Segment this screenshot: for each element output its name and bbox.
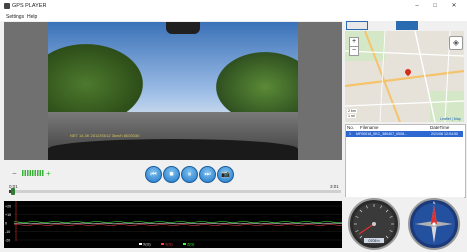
compass-north-label: N [433, 201, 436, 205]
column-header-filename[interactable]: Filename [360, 125, 379, 130]
video-dashboard [48, 139, 298, 160]
map-layers-icon[interactable]: ◈ [449, 36, 463, 50]
table-cell-no: 1 [349, 131, 351, 136]
video-frame[interactable] [48, 22, 298, 160]
gsensor-graph: +20 +10 0 -10 -20 X(G) Y(G) Z(G) [4, 201, 342, 248]
column-header-datetime[interactable]: DateTime [430, 125, 449, 130]
gauge-panel: 0705 h N [345, 197, 464, 250]
map-roads [345, 31, 464, 122]
graph-y-tick: +10 [5, 213, 11, 217]
table-cell-datetime: 2/21/06 12:04:50 [431, 131, 458, 136]
graph-y-tick: -20 [5, 238, 10, 242]
video-overlay-text: NET 14.3K 2012/03/12 3km/h 8003030 [70, 133, 140, 138]
graph-legend-swatch [139, 243, 142, 245]
graph-legend-label: X(G) [143, 243, 151, 247]
map-scale-km: 2 km [347, 109, 357, 113]
gsensor-graph-svg: +20 +10 0 -10 -20 X(G) Y(G) Z(G) [5, 201, 342, 247]
graph-legend-swatch [161, 243, 164, 245]
snapshot-button[interactable]: 📷 [217, 166, 234, 183]
compass: N [408, 198, 460, 250]
graph-series-line [13, 221, 342, 223]
previous-icon: ⏮ [150, 171, 157, 178]
volume-up-icon[interactable]: + [46, 169, 51, 178]
column-header-no[interactable]: No. [347, 125, 354, 130]
volume-slider[interactable] [22, 170, 44, 176]
graph-legend-label: Z(G) [187, 243, 194, 247]
menu-bar [0, 13, 467, 21]
graph-legend-label: Y(G) [165, 243, 173, 247]
menu-settings[interactable]: Settings [6, 14, 24, 20]
graph-y-tick: 0 [5, 221, 7, 225]
graph-series-line [13, 224, 342, 226]
pause-icon: ⏸ [187, 171, 192, 178]
map-attribution[interactable]: Leaflet | Map [440, 117, 461, 121]
seek-handle[interactable] [11, 188, 15, 195]
title-bar [0, 0, 467, 13]
volume-down-icon[interactable]: − [12, 169, 17, 178]
stop-button[interactable]: ■ [163, 166, 180, 183]
window-title: GPS PLAYER [12, 3, 47, 9]
maximize-button[interactable]: □ [428, 2, 442, 11]
speed-readout: 0705 h [369, 239, 380, 243]
graph-series-line [13, 222, 342, 225]
map-zoom-out-button[interactable]: − [349, 46, 359, 56]
stop-icon: ■ [169, 171, 174, 178]
app-icon [4, 3, 10, 9]
close-button[interactable]: ✕ [447, 2, 461, 11]
map-toggle-button-1[interactable] [346, 21, 368, 30]
pause-button[interactable]: ⏸ [181, 166, 198, 183]
graph-y-tick: -10 [5, 230, 10, 234]
gauges-svg: 0705 h N [348, 198, 460, 250]
graph-y-tick: +20 [5, 204, 11, 208]
camera-icon: 📷 [221, 171, 230, 178]
previous-button[interactable]: ⏮ [145, 166, 162, 183]
menu-help[interactable]: Help [27, 14, 37, 20]
next-button[interactable]: ⏭ [199, 166, 216, 183]
time-total: 3:01 [330, 184, 339, 189]
minimize-button[interactable]: – [410, 2, 424, 11]
table-cell-filename: MF00018_0KC_380407_0008... [356, 131, 408, 136]
speedometer: 0705 h [348, 198, 400, 250]
graph-legend-swatch [183, 243, 186, 245]
next-icon: ⏭ [204, 171, 211, 178]
map-view[interactable] [345, 31, 464, 122]
video-mirror [166, 22, 200, 34]
map-toggle-button-2[interactable] [396, 21, 418, 30]
map-scale-mi: 1 mi [347, 114, 356, 118]
seek-bar[interactable] [9, 190, 341, 193]
